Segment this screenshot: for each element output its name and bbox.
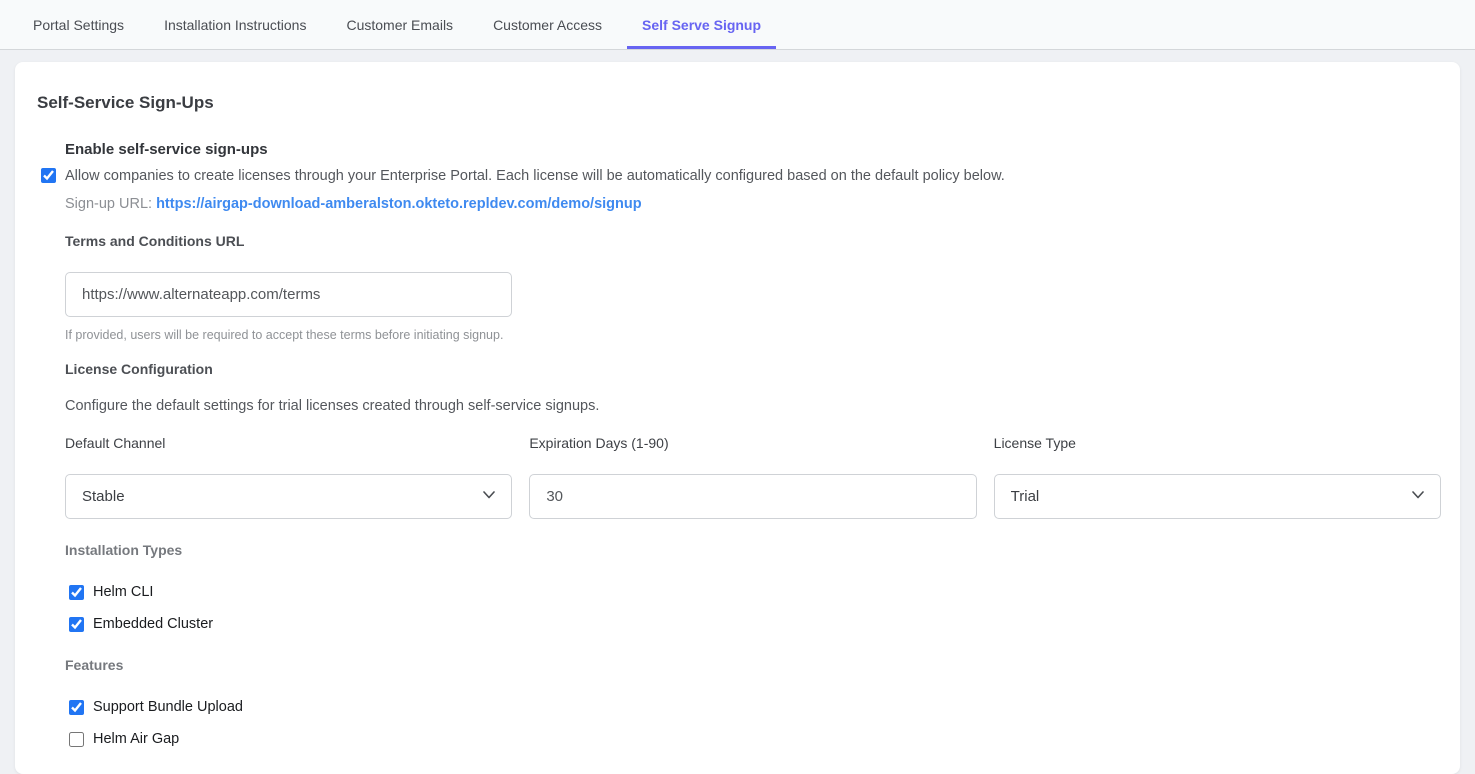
license-config-grid: Default Channel Stable Expiration Days (… — [65, 434, 1441, 519]
tab-self-serve-signup[interactable]: Self Serve Signup — [627, 0, 776, 49]
enable-signups-row: Allow companies to create licenses throu… — [41, 166, 1441, 186]
expiration-days-label: Expiration Days (1-90) — [529, 434, 976, 453]
helm-air-gap-label[interactable]: Helm Air Gap — [93, 730, 179, 749]
support-bundle-upload-checkbox[interactable] — [69, 700, 84, 715]
default-channel-select[interactable]: Stable — [65, 474, 512, 519]
signup-url-label: Sign-up URL: — [65, 196, 152, 212]
self-service-signups-card: Self-Service Sign-Ups Enable self-servic… — [15, 62, 1460, 774]
terms-url-help-text: If provided, users will be required to a… — [65, 327, 1441, 343]
enable-signups-checkbox[interactable] — [41, 168, 56, 183]
signup-url-row: Sign-up URL: https://airgap-download-amb… — [65, 194, 1441, 214]
default-channel-field: Default Channel Stable — [65, 434, 512, 519]
embedded-cluster-label[interactable]: Embedded Cluster — [93, 615, 213, 634]
checkbox-row-helm-air-gap: Helm Air Gap — [69, 730, 1441, 749]
installation-types-label: Installation Types — [65, 541, 1441, 560]
tab-installation-instructions[interactable]: Installation Instructions — [149, 0, 321, 49]
signup-url-link[interactable]: https://airgap-download-amberalston.okte… — [156, 196, 642, 212]
license-type-label: License Type — [994, 434, 1441, 453]
default-channel-label: Default Channel — [65, 434, 512, 453]
terms-url-label: Terms and Conditions URL — [65, 232, 1441, 251]
tab-portal-settings[interactable]: Portal Settings — [18, 0, 139, 49]
enable-signups-heading: Enable self-service sign-ups — [65, 140, 1441, 160]
page-title: Self-Service Sign-Ups — [37, 92, 1460, 114]
license-configuration-heading: License Configuration — [65, 360, 1441, 379]
tab-customer-access[interactable]: Customer Access — [478, 0, 617, 49]
enable-signups-description: Allow companies to create licenses throu… — [65, 166, 1005, 186]
helm-cli-checkbox[interactable] — [69, 585, 84, 600]
embedded-cluster-checkbox[interactable] — [69, 617, 84, 632]
support-bundle-upload-label[interactable]: Support Bundle Upload — [93, 698, 243, 717]
expiration-days-input[interactable] — [529, 474, 976, 519]
helm-air-gap-checkbox[interactable] — [69, 732, 84, 747]
license-configuration-description: Configure the default settings for trial… — [65, 396, 1441, 416]
checkbox-row-support-bundle-upload: Support Bundle Upload — [69, 698, 1441, 717]
checkbox-row-helm-cli: Helm CLI — [69, 583, 1441, 602]
helm-cli-label[interactable]: Helm CLI — [93, 583, 153, 602]
tab-bar: Portal Settings Installation Instruction… — [0, 0, 1475, 50]
tab-customer-emails[interactable]: Customer Emails — [331, 0, 468, 49]
license-type-field: License Type Trial — [994, 434, 1441, 519]
checkbox-row-embedded-cluster: Embedded Cluster — [69, 615, 1441, 634]
page-background: Self-Service Sign-Ups Enable self-servic… — [0, 50, 1475, 774]
terms-url-input[interactable] — [65, 272, 512, 317]
license-type-select[interactable]: Trial — [994, 474, 1441, 519]
expiration-days-field: Expiration Days (1-90) — [529, 434, 976, 519]
features-label: Features — [65, 656, 1441, 675]
